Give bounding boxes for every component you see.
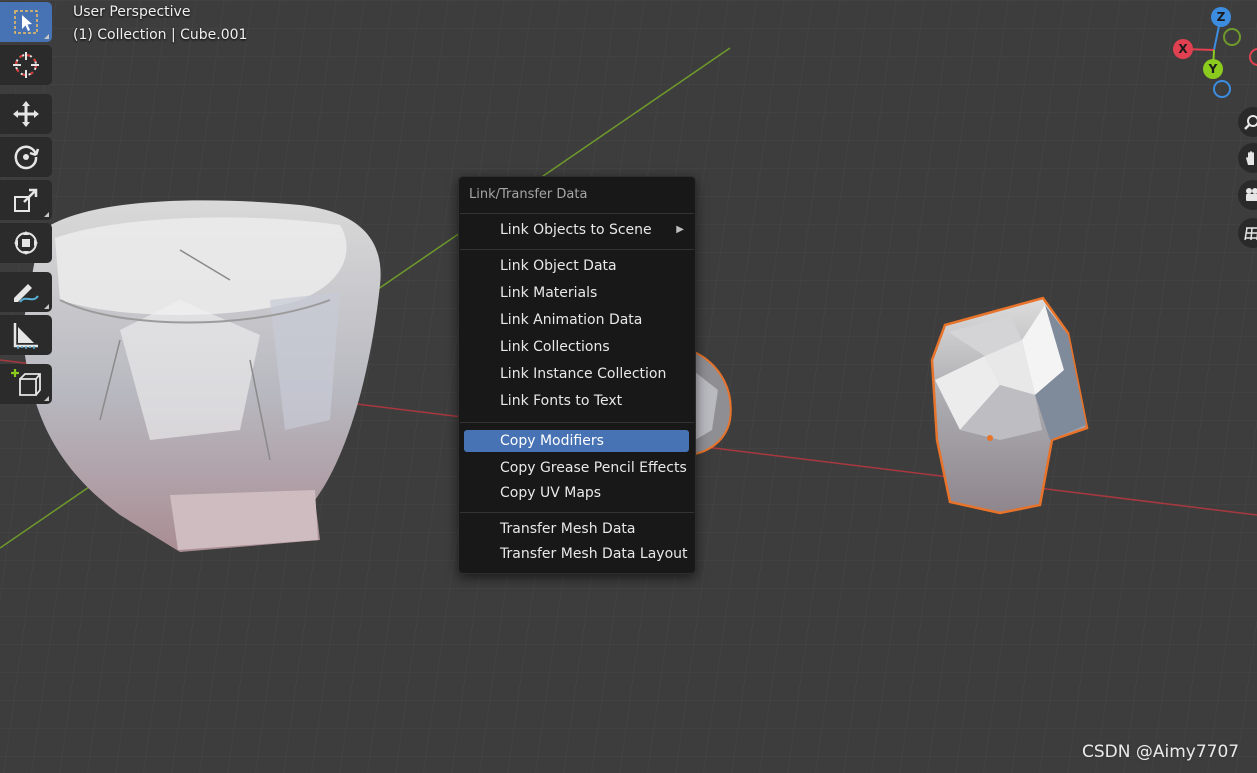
menu-item-copy-grease-pencil-effects[interactable]: Copy Grease Pencil Effects: [464, 457, 689, 479]
annotate-tool[interactable]: [0, 272, 52, 312]
menu-separator: [460, 422, 694, 423]
gizmo-y-axis[interactable]: Y: [1203, 59, 1223, 79]
measure-tool[interactable]: [0, 315, 52, 355]
menu-item-transfer-mesh-data[interactable]: Transfer Mesh Data: [464, 518, 689, 540]
scale-tool[interactable]: [0, 180, 52, 220]
gizmo-neg-y[interactable]: [1223, 28, 1241, 46]
add-cube-tool[interactable]: [0, 364, 52, 404]
cursor-tool[interactable]: [0, 45, 52, 85]
select-box-icon: [14, 10, 38, 34]
menu-title: Link/Transfer Data: [469, 187, 588, 202]
gizmo-z-axis[interactable]: Z: [1211, 7, 1231, 27]
menu-item-link-animation-data[interactable]: Link Animation Data: [464, 309, 689, 331]
menu-item-link-instance-collection[interactable]: Link Instance Collection: [464, 363, 689, 385]
menu-separator: [460, 512, 694, 513]
3d-viewport[interactable]: User Perspective (1) Collection | Cube.0…: [0, 0, 1257, 773]
hand-icon: [1246, 151, 1254, 165]
menu-item-link-materials[interactable]: Link Materials: [464, 282, 689, 304]
menu-separator: [460, 249, 694, 250]
menu-item-copy-uv-maps[interactable]: Copy UV Maps: [464, 482, 689, 504]
submenu-arrow-icon: ▶: [676, 224, 684, 235]
menu-separator: [460, 213, 694, 214]
move-icon: [13, 101, 39, 127]
view-name: User Perspective: [73, 4, 191, 20]
move-tool[interactable]: [0, 94, 52, 134]
menu-item-link-object-data[interactable]: Link Object Data: [464, 255, 689, 277]
grid-icon: [1244, 227, 1257, 241]
object-origin-dot: [987, 435, 993, 441]
collection-info: (1) Collection | Cube.001: [73, 27, 248, 43]
add-cube-icon: [11, 369, 41, 396]
cursor-icon: [13, 52, 39, 78]
rotate-icon: [14, 145, 40, 170]
watermark: CSDN @Aimy7707: [1082, 742, 1240, 762]
menu-item-link-fonts-to-text[interactable]: Link Fonts to Text: [464, 390, 689, 412]
menu-item-link-collections[interactable]: Link Collections: [464, 336, 689, 358]
transform-icon: [14, 231, 38, 255]
menu-item-label: Link Objects to Scene: [500, 222, 652, 238]
zoom-icon: [1244, 115, 1257, 130]
menu-item-copy-modifiers[interactable]: Copy Modifiers: [464, 430, 689, 452]
select-box-tool[interactable]: [0, 2, 52, 42]
link-transfer-data-menu: Link/Transfer Data Link Objects to Scene…: [458, 176, 696, 574]
scale-icon: [14, 188, 38, 212]
gizmo-x-axis[interactable]: X: [1173, 39, 1193, 59]
menu-item-transfer-mesh-data-layout[interactable]: Transfer Mesh Data Layout: [464, 543, 689, 565]
menu-item-link-objects-to-scene[interactable]: Link Objects to Scene ▶: [464, 219, 689, 241]
measure-icon: [13, 323, 38, 349]
gizmo-neg-z[interactable]: [1213, 80, 1231, 98]
transform-tool[interactable]: [0, 223, 52, 263]
rotate-tool[interactable]: [0, 137, 52, 177]
annotate-icon: [14, 284, 39, 303]
camera-icon: [1246, 188, 1257, 201]
